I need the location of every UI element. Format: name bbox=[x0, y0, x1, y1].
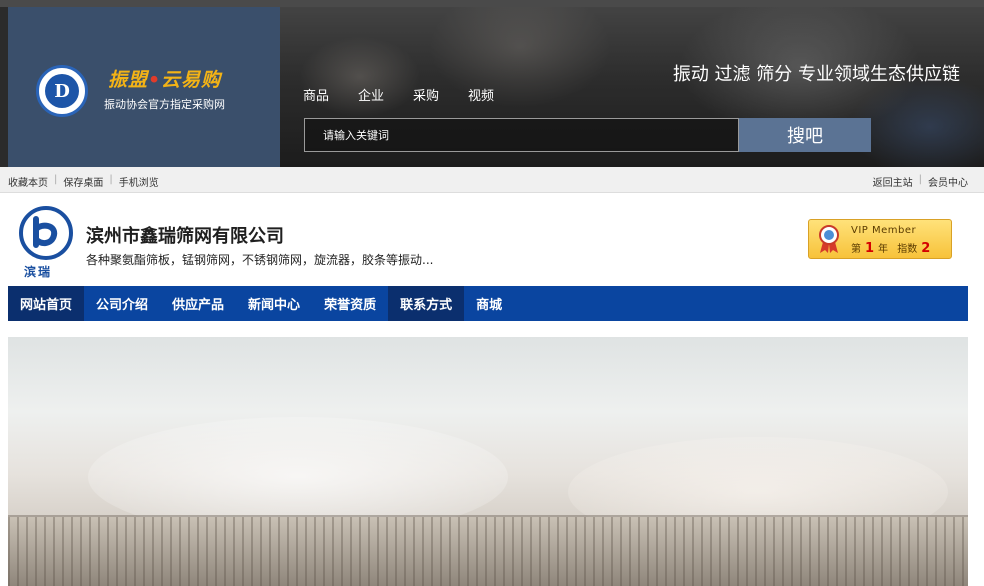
brand-title-dot: • bbox=[148, 69, 162, 91]
hero-banner bbox=[8, 337, 968, 586]
vip-years: 1 bbox=[865, 241, 875, 256]
company-logo[interactable]: 滨瑞 bbox=[14, 205, 76, 281]
nav-news[interactable]: 新闻中心 bbox=[236, 286, 312, 321]
header-slogan: 振动 过滤 筛分 专业领域生态供应链 bbox=[672, 64, 960, 85]
nav-products[interactable]: 供应产品 bbox=[160, 286, 236, 321]
search-box bbox=[304, 118, 739, 152]
search-input[interactable] bbox=[305, 119, 738, 151]
top-toolbar: 收藏本页 | 保存桌面 | 手机浏览 返回主站 | 会员中心 bbox=[0, 167, 984, 193]
nav-home[interactable]: 网站首页 bbox=[8, 286, 85, 321]
search-button[interactable]: 搜吧 bbox=[739, 118, 871, 152]
header-nav-companies[interactable]: 企业 bbox=[358, 85, 384, 104]
header-nav-videos[interactable]: 视频 bbox=[468, 85, 494, 104]
brand-title[interactable]: 振盟•云易购 bbox=[108, 65, 221, 92]
brand-title-part2: 云易购 bbox=[161, 69, 222, 91]
toolbar-separator: | bbox=[918, 174, 922, 185]
toolbar-separator: | bbox=[109, 174, 113, 185]
brand-title-part1: 振盟 bbox=[108, 69, 149, 91]
vip-stats: 第1年 指数 2 bbox=[851, 240, 934, 256]
company-name: 滨州市鑫瑞筛网有限公司 bbox=[86, 226, 284, 247]
nav-company-intro[interactable]: 公司介绍 bbox=[84, 286, 160, 321]
bookmark-link[interactable]: 收藏本页 bbox=[8, 174, 48, 189]
vip-index-label: 指数 bbox=[897, 244, 918, 255]
mobile-view-link[interactable]: 手机浏览 bbox=[119, 174, 159, 189]
medal-icon bbox=[819, 225, 839, 253]
vip-prefix: 第 bbox=[851, 244, 861, 255]
header-nav: 商品 企业 采购 视频 bbox=[303, 85, 523, 104]
association-logo-icon[interactable]: D bbox=[36, 65, 88, 117]
save-desktop-link[interactable]: 保存桌面 bbox=[63, 174, 103, 189]
back-to-main-link[interactable]: 返回主站 bbox=[873, 174, 913, 189]
vip-badge: VIP Member 第1年 指数 2 bbox=[808, 219, 952, 259]
header-nav-purchasing[interactable]: 采购 bbox=[413, 85, 439, 104]
main-nav: 网站首页 公司介绍 供应产品 新闻中心 荣誉资质 联系方式 商城 bbox=[8, 286, 968, 321]
top-strip bbox=[0, 0, 984, 7]
vip-title: VIP Member bbox=[851, 225, 917, 236]
logo-mark: D bbox=[45, 74, 79, 108]
toolbar-left: 收藏本页 | 保存桌面 | 手机浏览 bbox=[8, 174, 159, 189]
nav-contact[interactable]: 联系方式 bbox=[388, 286, 465, 321]
brand-subtitle: 振动协会官方指定采购网 bbox=[104, 98, 225, 111]
toolbar-separator: | bbox=[54, 174, 58, 185]
toolbar-right: 返回主站 | 会员中心 bbox=[873, 174, 968, 189]
company-logo-icon bbox=[19, 206, 73, 260]
header-nav-products[interactable]: 商品 bbox=[303, 85, 329, 104]
site-header: D 振盟•云易购 振动协会官方指定采购网 商品 企业 采购 视频 振动 过滤 筛… bbox=[0, 7, 984, 167]
hero-floor bbox=[8, 517, 968, 586]
company-description: 各种聚氨酯筛板，锰钢筛网，不锈钢筛网，旋流器，胶条等振动... bbox=[86, 253, 434, 267]
member-center-link[interactable]: 会员中心 bbox=[928, 174, 968, 189]
nav-honors[interactable]: 荣誉资质 bbox=[312, 286, 388, 321]
vip-index-value: 2 bbox=[921, 241, 931, 256]
vip-year-unit: 年 bbox=[878, 244, 889, 255]
company-logo-label: 滨瑞 bbox=[24, 265, 53, 279]
nav-mall[interactable]: 商城 bbox=[464, 286, 514, 321]
